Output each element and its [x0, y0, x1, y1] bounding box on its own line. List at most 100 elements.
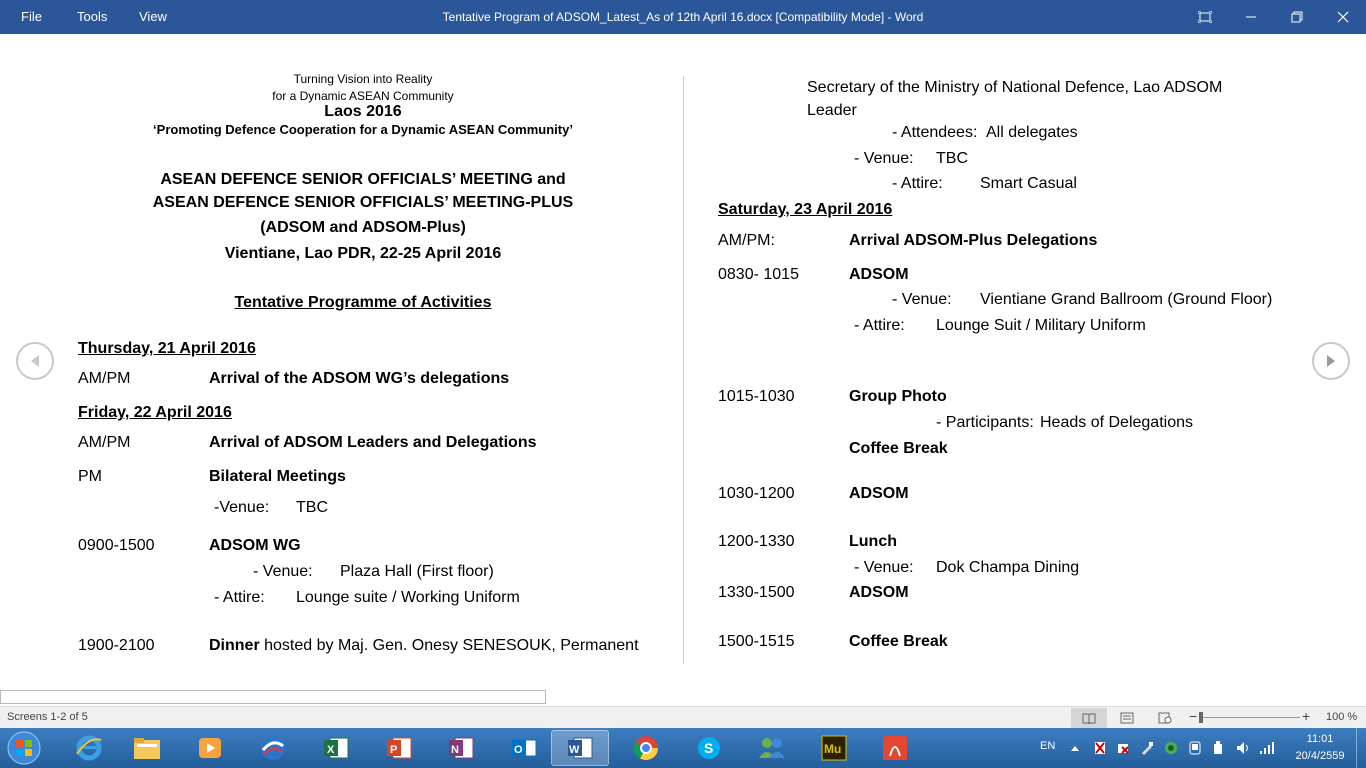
fullscreen-button[interactable]	[1182, 0, 1228, 34]
date-heading: Friday, 22 April 2016	[78, 404, 232, 421]
venue-label: -Venue:	[214, 499, 270, 516]
doc-title-4: Vientiane, Lao PDR, 22-25 April 2016	[224, 245, 502, 262]
book-icon	[1082, 713, 1096, 724]
tray-expand-icon[interactable]	[1070, 744, 1080, 752]
event-label: Arrival ADSOM-Plus Delegations	[849, 232, 1098, 249]
date-heading: Saturday, 23 April 2016	[718, 201, 893, 218]
zoom-level[interactable]: 100 %	[1326, 711, 1357, 723]
attire-value: Lounge Suit / Military Uniform	[936, 317, 1146, 334]
previous-screen-button[interactable]	[16, 342, 54, 380]
acrobat-icon	[883, 736, 907, 760]
tray-usb-icon[interactable]	[1211, 741, 1225, 755]
close-button[interactable]	[1320, 0, 1366, 34]
attire-value: Lounge suite / Working Uniform	[296, 589, 520, 606]
muse-icon: Mu	[821, 735, 847, 761]
title-bar: File Tools View Tentative Program of ADS…	[0, 0, 1366, 34]
taskbar-skype[interactable]: S	[680, 730, 738, 766]
venue-value: Vientiane Grand Ballroom (Ground Floor)	[980, 291, 1273, 308]
taskbar-outlook[interactable]: O	[495, 730, 553, 766]
event-rest: hosted by Maj. Gen. Onesy SENESOUK, Perm…	[259, 637, 639, 654]
attendees-label: - Attendees:	[892, 124, 978, 141]
time-label: PM	[78, 468, 102, 485]
taskbar-word[interactable]: W	[551, 730, 609, 766]
taskbar-messenger[interactable]	[743, 730, 801, 766]
svg-text:Mu: Mu	[824, 742, 841, 756]
time-label: 1330-1500	[718, 584, 795, 601]
tray-flag-icon[interactable]	[1093, 741, 1107, 755]
menu-file[interactable]: File	[21, 0, 42, 34]
event-label: Bilateral Meetings	[209, 468, 346, 485]
swirl-app-icon	[261, 736, 285, 760]
language-indicator[interactable]: EN	[1040, 740, 1055, 752]
attire-label: - Attire:	[214, 589, 265, 606]
screen-count: Screens 1-2 of 5	[7, 711, 88, 723]
taskbar: X P N O W S Mu EN 11:01 20/4/2559	[0, 728, 1366, 768]
taskbar-acrobat[interactable]	[866, 730, 924, 766]
taskbar-excel[interactable]: X	[307, 730, 365, 766]
event-label: ADSOM	[849, 485, 909, 502]
print-layout-button[interactable]	[1109, 708, 1145, 728]
web-layout-button[interactable]	[1147, 708, 1183, 728]
taskbar-app[interactable]	[244, 730, 302, 766]
minimize-icon	[1246, 16, 1256, 18]
taskbar-media-player[interactable]	[181, 730, 239, 766]
people-icon	[759, 738, 785, 758]
taskbar-powerpoint[interactable]: P	[370, 730, 428, 766]
tray-sync-icon[interactable]	[1163, 741, 1179, 755]
tray-device-icon[interactable]	[1188, 741, 1202, 755]
venue-value: Dok Champa Dining	[936, 559, 1080, 576]
tray-tool-icon[interactable]	[1140, 741, 1154, 755]
folder-icon	[134, 738, 160, 759]
powerpoint-icon: P	[387, 737, 412, 759]
tray-network-error-icon[interactable]	[1116, 741, 1130, 755]
event-bold: Dinner	[209, 637, 260, 654]
time-label: 0830- 1015	[718, 266, 799, 283]
menu-view[interactable]: View	[139, 0, 167, 34]
clock-date[interactable]: 20/4/2559	[1290, 750, 1350, 762]
restore-icon	[1291, 11, 1303, 23]
next-screen-button[interactable]	[1312, 342, 1350, 380]
taskbar-muse[interactable]: Mu	[805, 730, 863, 766]
fullscreen-icon	[1198, 11, 1212, 23]
svg-text:P: P	[390, 744, 397, 756]
event-label: ADSOM WG	[209, 537, 301, 554]
participants-label: - Participants:	[936, 414, 1034, 431]
tray-signal-icon[interactable]	[1259, 741, 1275, 755]
tray-volume-icon[interactable]	[1236, 741, 1250, 755]
zoom-in-button[interactable]: +	[1302, 708, 1310, 724]
attire-label: - Attire:	[892, 175, 943, 192]
taskbar-ie[interactable]	[60, 730, 118, 766]
taskbar-onenote[interactable]: N	[432, 730, 490, 766]
event-label: Arrival of the ADSOM WG’s delegations	[209, 370, 510, 387]
svg-text:S: S	[704, 740, 713, 756]
venue-label: - Venue:	[854, 559, 914, 576]
show-desktop-button[interactable]	[1356, 728, 1366, 768]
minimize-button[interactable]	[1228, 0, 1274, 34]
menu-tools[interactable]: Tools	[77, 0, 107, 34]
header-line-2: for a Dynamic ASEAN Community	[272, 89, 454, 103]
continued-text: Secretary of the Ministry of National De…	[807, 79, 1223, 96]
zoom-out-button[interactable]: −	[1189, 708, 1197, 724]
venue-label: - Venue:	[892, 291, 952, 308]
onenote-icon: N	[449, 737, 474, 759]
chevron-right-icon	[1327, 355, 1335, 367]
svg-text:O: O	[514, 744, 523, 756]
time-label: 1030-1200	[718, 485, 795, 502]
header-line-1: Turning Vision into Reality	[293, 72, 433, 86]
zoom-slider-thumb[interactable]	[1199, 712, 1203, 723]
windows-start-icon	[7, 731, 41, 765]
event-label: Arrival of ADSOM Leaders and Delegations	[209, 434, 537, 451]
zoom-slider[interactable]	[1200, 717, 1300, 718]
taskbar-explorer[interactable]	[118, 730, 176, 766]
event-label: Coffee Break	[849, 633, 948, 650]
event-label: ADSOM	[849, 266, 909, 283]
event-label: Lunch	[849, 533, 897, 550]
time-label: 1900-2100	[78, 637, 155, 654]
taskbar-chrome[interactable]	[617, 730, 675, 766]
read-mode-button[interactable]	[1071, 708, 1107, 728]
horizontal-scrollbar[interactable]	[0, 690, 546, 704]
start-button[interactable]	[4, 730, 44, 766]
clock-time[interactable]: 11:01	[1300, 733, 1340, 745]
restore-button[interactable]	[1274, 0, 1320, 34]
svg-text:N: N	[451, 744, 459, 756]
